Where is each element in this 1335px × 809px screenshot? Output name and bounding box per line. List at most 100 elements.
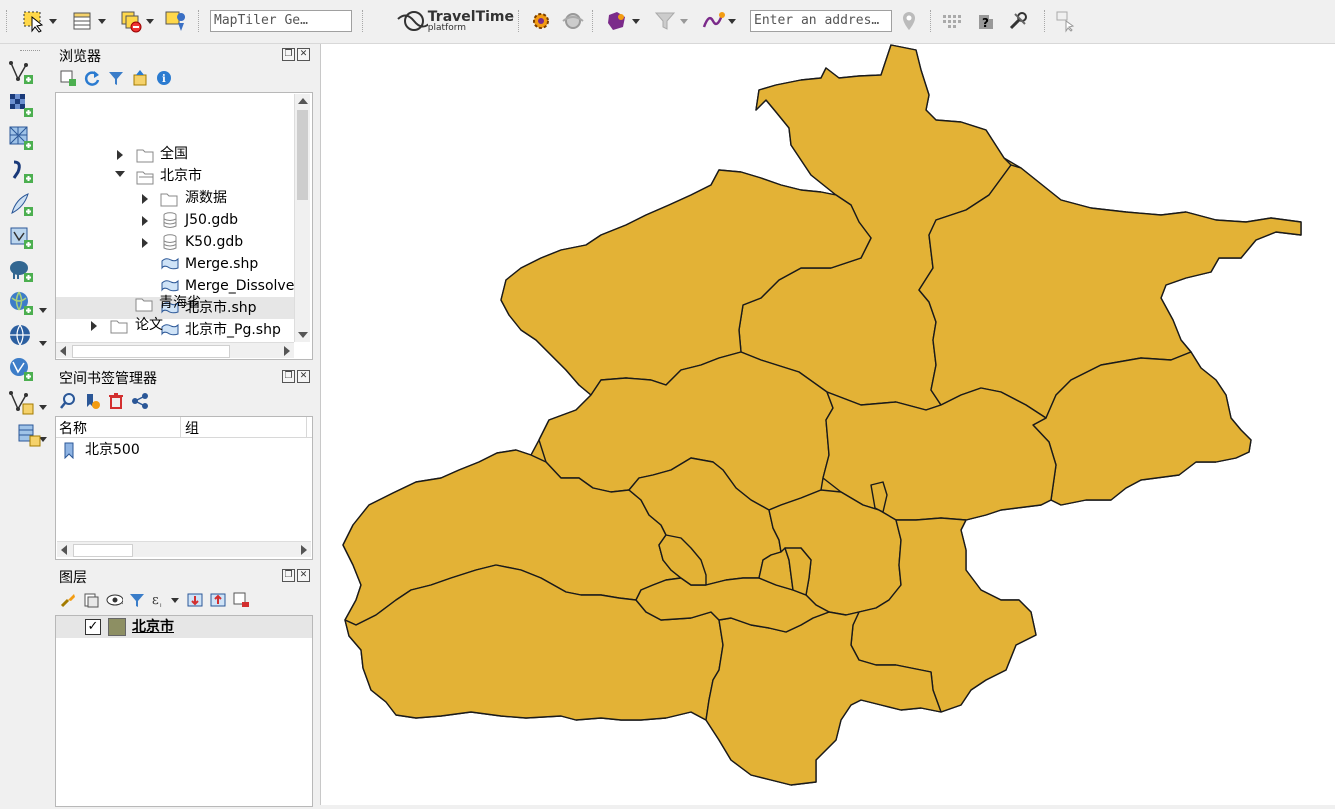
add-postgis-button[interactable]: [6, 256, 36, 284]
filter-button[interactable]: [648, 7, 692, 35]
delete-bookmark-button[interactable]: [107, 392, 125, 410]
float-panel-button[interactable]: ❐: [282, 370, 295, 383]
scroll-thumb[interactable]: [297, 110, 308, 200]
bookmarks-horizontal-scrollbar[interactable]: [57, 541, 311, 557]
filter-expression-button[interactable]: εᵢ: [151, 591, 181, 609]
grid-tool-button[interactable]: [938, 7, 966, 35]
folder-icon: [135, 298, 153, 312]
scroll-down-arrow-icon[interactable]: [298, 332, 308, 338]
tools-button[interactable]: [1004, 7, 1032, 35]
identify-disabled-button[interactable]: [1052, 7, 1080, 35]
bookmark-row[interactable]: 北京500: [56, 439, 312, 461]
data-source-manager-button[interactable]: [14, 421, 44, 449]
map-canvas[interactable]: [320, 44, 1335, 805]
beijing-district-map[interactable]: [321, 44, 1335, 805]
scroll-right-arrow-icon[interactable]: [301, 545, 307, 555]
traveltime-button[interactable]: TravelTime platform: [396, 7, 514, 35]
properties-button[interactable]: i: [155, 69, 173, 87]
add-bookmark-button[interactable]: [83, 392, 101, 410]
add-wfs-button[interactable]: [6, 322, 36, 350]
toolbar-handle[interactable]: [20, 50, 40, 51]
collapse-all-button[interactable]: [131, 69, 149, 87]
traveltime-settings-button[interactable]: [528, 7, 554, 35]
share-icon: [132, 393, 148, 409]
share-bookmark-button[interactable]: [131, 392, 149, 410]
browser-horizontal-scrollbar[interactable]: [56, 342, 294, 358]
attribute-table-button[interactable]: [66, 7, 110, 35]
layer-name: 北京市: [132, 619, 174, 635]
wms-dropdown-caret[interactable]: [39, 341, 47, 346]
toolbar-handle[interactable]: [6, 10, 11, 32]
deselect-button[interactable]: [114, 7, 158, 35]
select-features-button[interactable]: [18, 7, 60, 35]
browser-vertical-scrollbar[interactable]: [294, 94, 310, 342]
expand-all-button[interactable]: [186, 591, 204, 609]
remove-layer-button[interactable]: [232, 591, 250, 609]
float-panel-button[interactable]: ❐: [282, 48, 295, 61]
help-puzzle-button[interactable]: ?: [972, 7, 1000, 35]
close-panel-button[interactable]: ✕: [297, 370, 310, 383]
layer-symbol-swatch[interactable]: [108, 618, 126, 636]
svg-text:ᵢ: ᵢ: [160, 600, 162, 609]
expression-icon: εᵢ: [152, 593, 179, 609]
filter-browser-button[interactable]: [107, 69, 125, 87]
new-vector-layer-button[interactable]: [6, 58, 36, 86]
scroll-right-arrow-icon[interactable]: [284, 346, 290, 356]
float-panel-button[interactable]: ❐: [282, 569, 295, 582]
database-add-icon: [18, 424, 41, 447]
vector-tile-dropdown-caret[interactable]: [39, 405, 47, 410]
scroll-left-arrow-icon[interactable]: [60, 346, 66, 356]
layers-panel-title: 图层: [59, 570, 87, 586]
style-layer-button[interactable]: [59, 591, 77, 609]
scroll-up-arrow-icon[interactable]: [298, 98, 308, 104]
route-tools-button[interactable]: [696, 7, 740, 35]
maptiler-geocoder-input[interactable]: MapTiler Ge…: [210, 10, 352, 32]
add-wms-button[interactable]: [6, 289, 36, 317]
panel-splitter[interactable]: [313, 44, 319, 805]
add-vector-tile-button[interactable]: [6, 355, 36, 383]
district-shunyi[interactable]: [822, 387, 1057, 521]
address-search-input[interactable]: Enter an addres…: [750, 10, 892, 32]
visibility-button[interactable]: [105, 591, 123, 609]
geocode-button[interactable]: [896, 7, 922, 35]
svg-text:i: i: [162, 74, 166, 85]
scroll-thumb[interactable]: [73, 544, 133, 557]
add-group-button[interactable]: [82, 591, 100, 609]
collapse-all-button[interactable]: [209, 591, 227, 609]
scroll-thumb[interactable]: [72, 345, 230, 358]
traveltime-subtitle: platform: [427, 22, 467, 33]
column-header-group[interactable]: 组: [185, 418, 199, 438]
select-location-icon: [165, 11, 186, 31]
attribute-table-icon: [73, 12, 90, 30]
column-header-name[interactable]: 名称: [59, 418, 87, 438]
close-panel-button[interactable]: ✕: [297, 48, 310, 61]
zoom-to-bookmark-button[interactable]: [59, 392, 77, 410]
add-delimited-text-button[interactable]: [6, 157, 36, 185]
scroll-left-arrow-icon[interactable]: [61, 545, 67, 555]
add-raster-layer-button[interactable]: [6, 91, 36, 119]
browser-panel-controls: ❐ ✕: [282, 48, 310, 61]
add-mesh-layer-button[interactable]: [6, 124, 36, 152]
info-icon: i: [157, 71, 171, 85]
layer-visibility-checkbox[interactable]: ✓: [85, 619, 101, 635]
traveltime-plugin-button[interactable]: [600, 7, 644, 35]
add-layer-button[interactable]: [59, 69, 77, 87]
bookmark-add-icon: [87, 394, 100, 409]
add-virtual-layer-button[interactable]: [6, 190, 36, 218]
expand-arrow-icon[interactable]: [91, 321, 97, 331]
paintbrush-icon: [60, 594, 75, 608]
browser-toolbar: i: [59, 66, 173, 90]
close-panel-button[interactable]: ✕: [297, 569, 310, 582]
traveltime-disabled-button[interactable]: [560, 7, 586, 35]
traveltime-brand: TravelTime: [427, 8, 514, 25]
postgis-dropdown-caret[interactable]: [39, 308, 47, 313]
new-shapefile-button[interactable]: [6, 388, 36, 416]
select-features-icon: [23, 11, 43, 33]
select-location-button[interactable]: [162, 7, 190, 35]
layer-row-beijing[interactable]: ✓ 北京市: [56, 616, 312, 638]
refresh-button[interactable]: [83, 69, 101, 87]
group-add-icon: [84, 593, 99, 608]
magnifier-icon: [60, 393, 75, 409]
filter-legend-button[interactable]: [128, 591, 146, 609]
add-spatialite-button[interactable]: [6, 223, 36, 251]
